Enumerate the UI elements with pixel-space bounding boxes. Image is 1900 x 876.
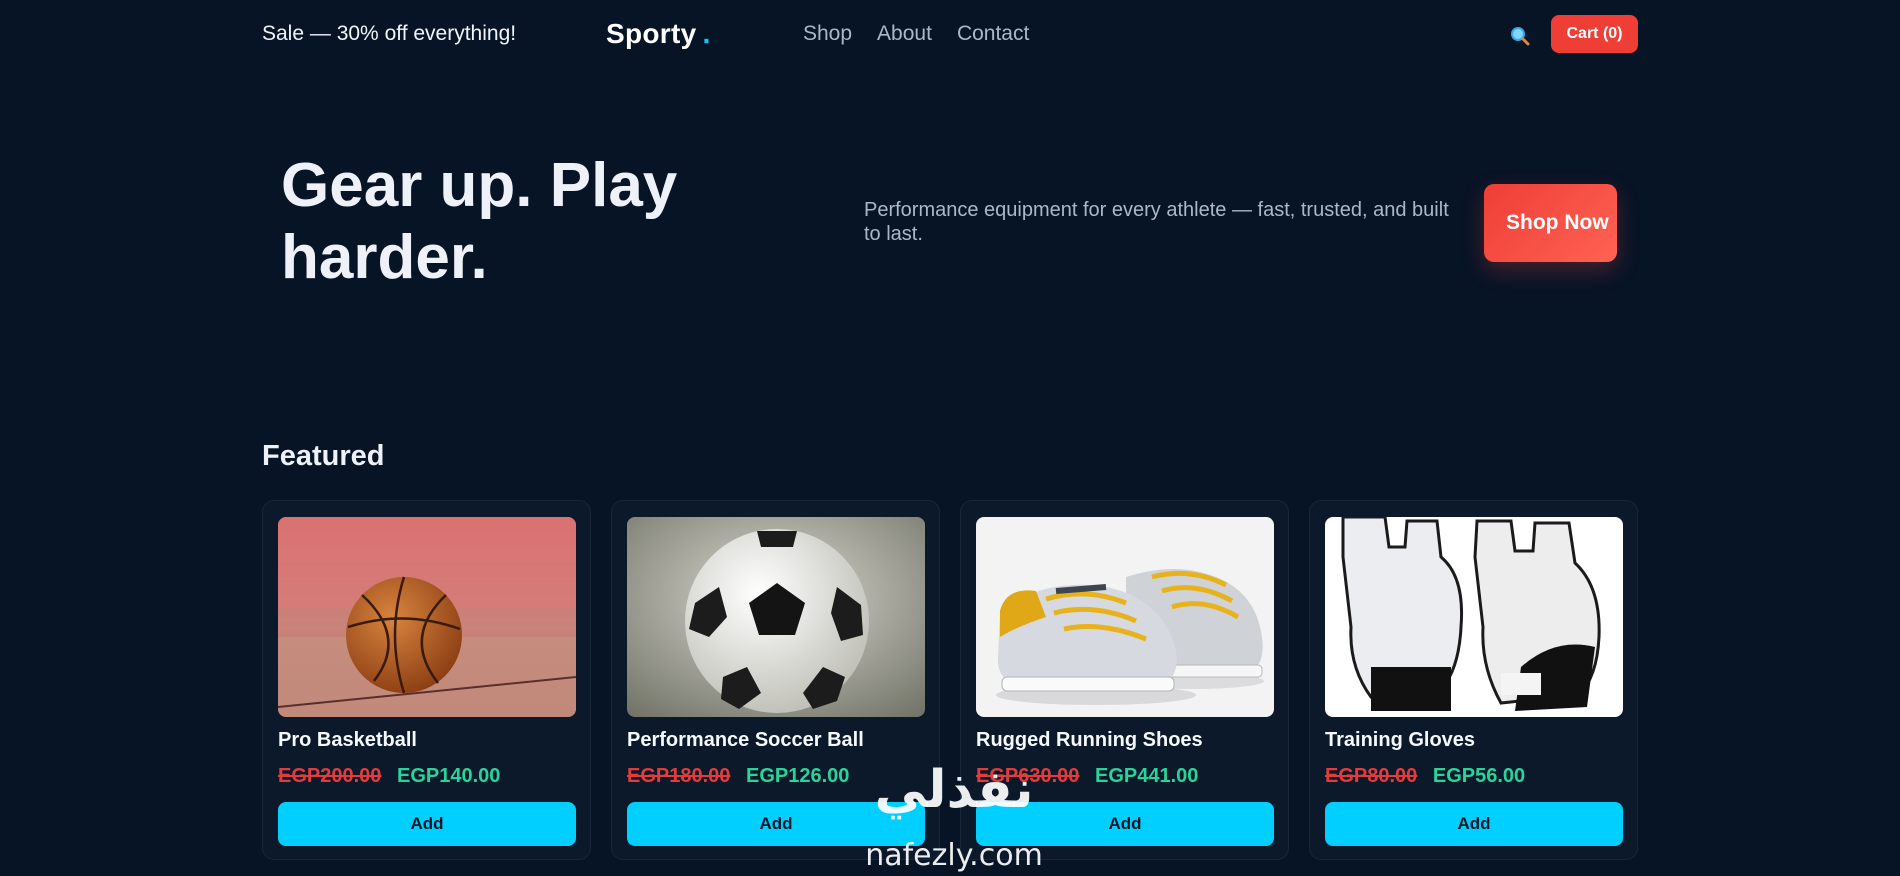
search-icon (1511, 27, 1530, 46)
brand-logo[interactable]: Sporty. (606, 18, 711, 50)
product-card: Performance Soccer Ball EGP180.00 EGP126… (611, 500, 940, 860)
product-name[interactable]: Training Gloves (1325, 729, 1475, 752)
sale-price: EGP56.00 (1432, 765, 1526, 787)
search-button[interactable] (1508, 24, 1532, 48)
add-to-cart-button[interactable]: Add (627, 802, 925, 846)
old-price: EGP630.00 (976, 765, 1080, 787)
price-row: EGP80.00 EGP56.00 (1325, 765, 1525, 788)
old-price: EGP180.00 (627, 765, 731, 787)
hero-subtitle: Performance equipment for every athlete … (864, 199, 1449, 245)
shop-now-button[interactable]: Shop Now (1484, 184, 1617, 262)
price-row: EGP200.00 EGP140.00 (278, 765, 500, 788)
running-shoes-image[interactable] (976, 517, 1274, 717)
brand-name: Sporty (606, 18, 697, 49)
price-row: EGP180.00 EGP126.00 (627, 765, 849, 788)
product-name[interactable]: Pro Basketball (278, 729, 417, 752)
brand-dot: . (702, 18, 711, 49)
old-price: EGP200.00 (278, 765, 382, 787)
add-to-cart-button[interactable]: Add (278, 802, 576, 846)
nav-about-link[interactable]: About (877, 22, 932, 46)
promo-banner: Sale — 30% off everything! (262, 22, 517, 45)
hero-title: Gear up. Play harder. (281, 151, 678, 292)
training-gloves-image[interactable] (1325, 517, 1623, 717)
nav-shop-link[interactable]: Shop (803, 22, 852, 46)
product-card: Pro Basketball EGP200.00 EGP140.00 Add (262, 500, 591, 860)
product-grid: Pro Basketball EGP200.00 EGP140.00 Add P… (262, 500, 1638, 860)
soccer-ball-image[interactable] (627, 517, 925, 717)
price-row: EGP630.00 EGP441.00 (976, 765, 1198, 788)
basketball-image[interactable] (278, 517, 576, 717)
add-to-cart-button[interactable]: Add (1325, 802, 1623, 846)
old-price: EGP80.00 (1325, 765, 1418, 787)
product-name[interactable]: Performance Soccer Ball (627, 729, 864, 752)
sale-price: EGP140.00 (396, 765, 501, 787)
product-name[interactable]: Rugged Running Shoes (976, 729, 1203, 752)
cart-button[interactable]: Cart (0) (1551, 15, 1638, 53)
nav-contact-link[interactable]: Contact (957, 22, 1029, 46)
sale-price: EGP441.00 (1094, 765, 1199, 787)
top-navigation: Sale — 30% off everything! Sporty. Shop … (262, 14, 1638, 54)
main-nav: Shop About Contact (803, 22, 1029, 46)
product-card: Training Gloves EGP80.00 EGP56.00 Add (1309, 500, 1638, 860)
featured-title: Featured (262, 440, 385, 472)
sale-price: EGP126.00 (745, 765, 850, 787)
add-to-cart-button[interactable]: Add (976, 802, 1274, 846)
product-card: Rugged Running Shoes EGP630.00 EGP441.00… (960, 500, 1289, 860)
